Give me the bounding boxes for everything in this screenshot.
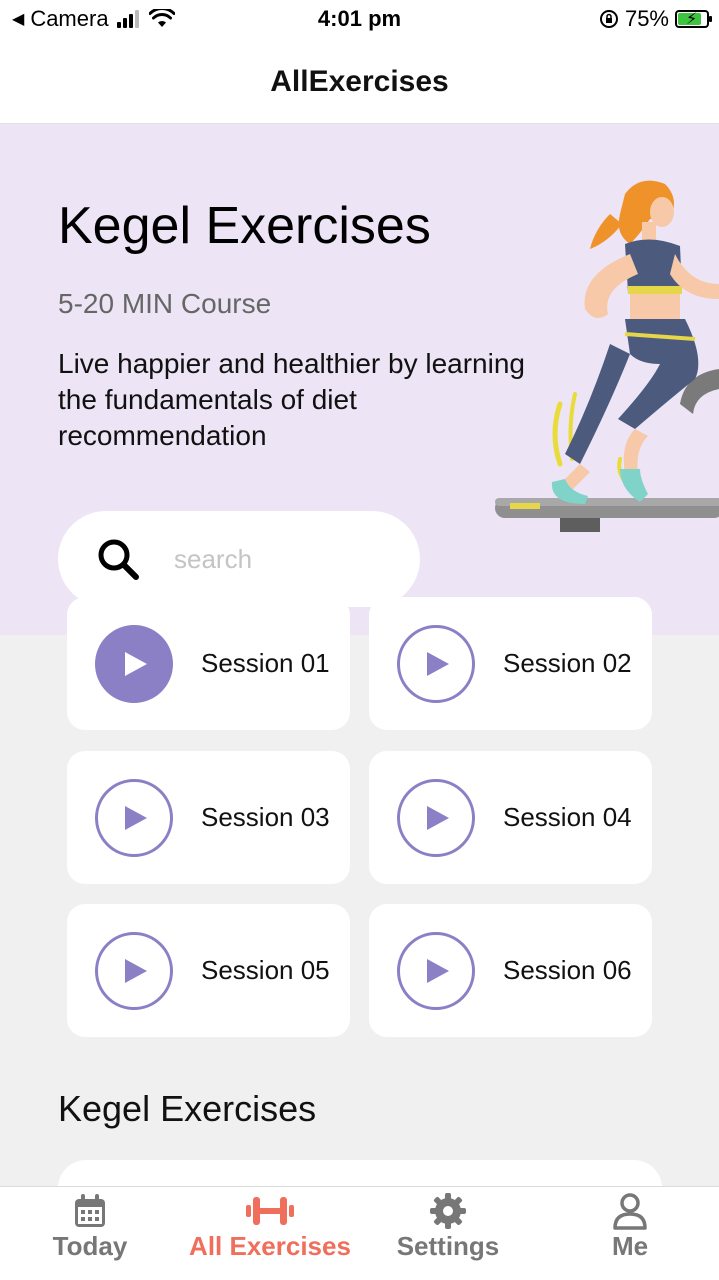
session-label: Session 05: [201, 955, 330, 985]
tab-label: Me: [611, 1231, 649, 1261]
session-card[interactable]: Session 02: [369, 597, 652, 730]
session-card[interactable]: Session 04: [369, 751, 652, 884]
play-icon[interactable]: [397, 778, 475, 857]
session-label: Session 02: [503, 648, 632, 678]
tab-settings[interactable]: Settings: [388, 1187, 508, 1280]
session-label: Session 03: [201, 802, 330, 832]
navigation-header: AllExercises: [0, 40, 719, 124]
session-card[interactable]: Session 06: [369, 904, 652, 1037]
session-label: Session 04: [503, 802, 632, 832]
user-icon: [613, 1193, 647, 1230]
back-app-label[interactable]: Camera: [30, 6, 108, 32]
calendar-icon: [75, 1194, 105, 1227]
tab-all-exercises[interactable]: All Exercises: [180, 1187, 360, 1280]
status-bar: ◀ Camera 4:01 pm 75% ⚡: [0, 0, 719, 40]
back-arrow-icon[interactable]: ◀: [12, 9, 24, 29]
battery-percent: 75%: [624, 6, 669, 31]
tab-bar: Today All Exercises Settings Me: [0, 1186, 719, 1280]
rotation-lock-icon: [599, 10, 618, 28]
search-icon[interactable]: [94, 535, 142, 583]
tab-label: Settings: [396, 1231, 500, 1261]
session-card[interactable]: Session 03: [67, 751, 350, 884]
play-icon[interactable]: [95, 624, 173, 703]
tab-label: Today: [52, 1231, 128, 1261]
wifi-icon: [148, 9, 175, 27]
gear-icon: [430, 1193, 466, 1229]
session-label: Session 01: [201, 648, 330, 678]
page-title: AllExercises: [270, 64, 449, 98]
session-card[interactable]: Session 05: [67, 904, 350, 1037]
session-label: Session 06: [503, 955, 632, 985]
cellular-signal-icon: [116, 10, 139, 28]
status-bar-right: 75% ⚡: [599, 6, 712, 32]
hero-description: Live happier and healthier by learning t…: [58, 348, 525, 451]
search-bar[interactable]: [58, 511, 420, 607]
hero-subtitle: 5-20 MIN Course: [58, 288, 272, 319]
play-icon[interactable]: [95, 931, 173, 1010]
battery-icon: ⚡: [675, 10, 712, 28]
section-title: Kegel Exercises: [58, 1088, 317, 1129]
session-card[interactable]: Session 01: [67, 597, 350, 730]
runner-treadmill-illustration: [495, 180, 719, 532]
dumbbell-icon: [246, 1197, 294, 1225]
play-icon[interactable]: [397, 624, 475, 703]
tab-today[interactable]: Today: [40, 1187, 140, 1280]
play-icon[interactable]: [95, 778, 173, 857]
status-bar-left[interactable]: ◀ Camera: [12, 6, 175, 32]
tab-label: All Exercises: [189, 1231, 351, 1261]
tab-me[interactable]: Me: [590, 1187, 670, 1280]
search-input[interactable]: [174, 543, 374, 575]
play-icon[interactable]: [397, 931, 475, 1010]
hero-title: Kegel Exercises: [58, 197, 431, 255]
